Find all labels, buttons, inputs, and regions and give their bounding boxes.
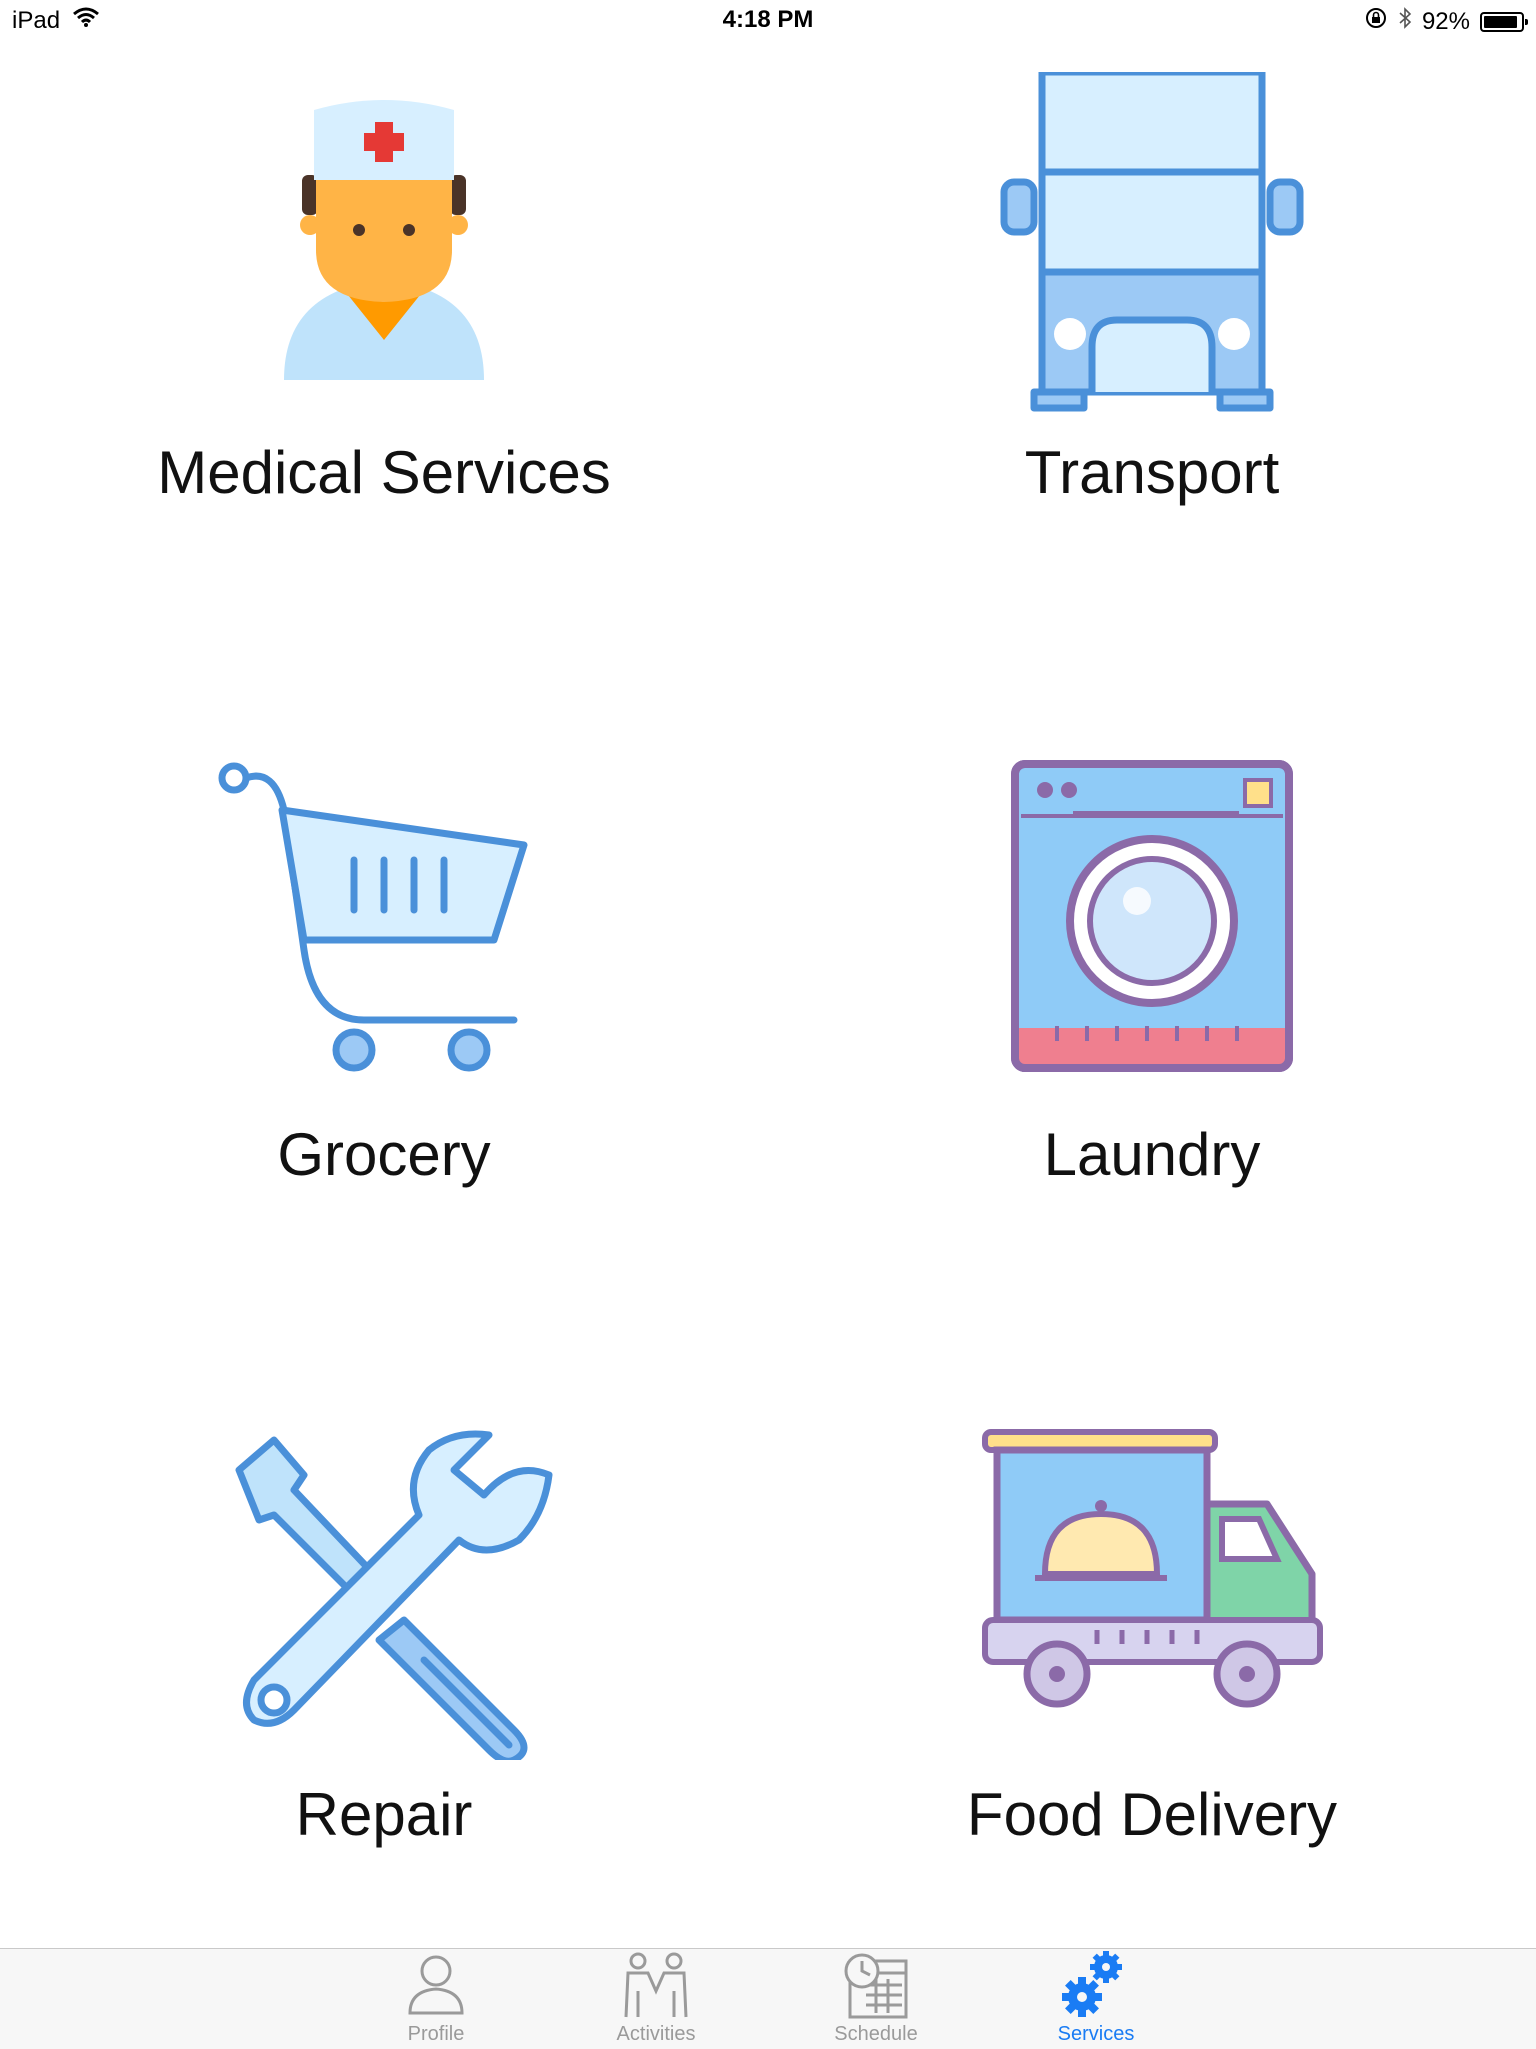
- person-icon: [408, 1955, 464, 2015]
- clock: 4:18 PM: [722, 6, 814, 33]
- service-label-medical: Medical Services: [157, 439, 611, 506]
- battery-percent: 92%: [1421, 7, 1470, 35]
- status-bar: iPad 4:18 PM 92%: [0, 0, 1536, 40]
- orientation-lock-icon: [1364, 6, 1388, 37]
- service-label-grocery: Grocery: [277, 1121, 491, 1188]
- tab-profile[interactable]: Profile: [336, 1949, 536, 2049]
- tab-schedule[interactable]: Schedule: [776, 1949, 976, 2049]
- shopping-cart-icon: [214, 750, 554, 1095]
- doctor-icon: [264, 80, 504, 395]
- tab-label-profile: Profile: [407, 2023, 465, 2045]
- bus-icon: [982, 68, 1322, 417]
- service-tile-food-delivery[interactable]: Food Delivery: [768, 1360, 1536, 2020]
- tab-bar: Profile Activities Schedule Services: [0, 1948, 1536, 2049]
- service-label-food-delivery: Food Delivery: [966, 1781, 1338, 1848]
- tab-services[interactable]: Services: [996, 1949, 1196, 2049]
- service-label-repair: Repair: [295, 1781, 473, 1848]
- service-tile-transport[interactable]: Transport: [768, 40, 1536, 700]
- service-tile-grocery[interactable]: Grocery: [0, 700, 768, 1360]
- washing-machine-icon: [1007, 756, 1297, 1081]
- service-label-laundry: Laundry: [1043, 1121, 1261, 1188]
- battery-icon: [1480, 11, 1528, 32]
- delivery-truck-icon: [977, 1424, 1327, 1729]
- wrench-screwdriver-icon: [214, 1420, 554, 1765]
- tab-label-services: Services: [1057, 2023, 1135, 2045]
- people-icon: [624, 1952, 688, 2018]
- tab-label-schedule: Schedule: [834, 2023, 918, 2045]
- tab-activities[interactable]: Activities: [556, 1949, 756, 2049]
- service-tile-laundry[interactable]: Laundry: [768, 700, 1536, 1360]
- tab-label-activities: Activities: [616, 2023, 696, 2045]
- service-tile-medical[interactable]: Medical Services: [0, 40, 768, 700]
- gears-icon: [1062, 1951, 1122, 2017]
- services-grid: Medical Services Transport Grocery Laund…: [0, 40, 1536, 1948]
- calendar-clock-icon: [844, 1953, 908, 2019]
- service-tile-repair[interactable]: Repair: [0, 1360, 768, 2020]
- service-label-transport: Transport: [1024, 439, 1280, 506]
- bluetooth-icon: [1398, 6, 1412, 37]
